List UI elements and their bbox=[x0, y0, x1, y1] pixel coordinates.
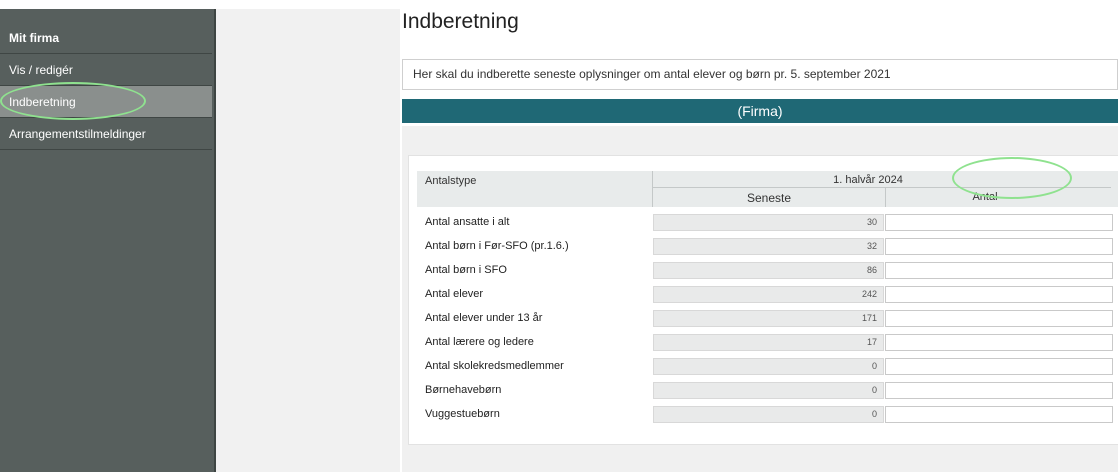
sidebar-header: Mit firma bbox=[0, 22, 212, 54]
col-header-count: Antal bbox=[972, 191, 998, 203]
sidebar-item-indberetning[interactable]: Indberetning bbox=[0, 86, 212, 118]
sidebar-item-vis-rediger[interactable]: Vis / redigér bbox=[0, 54, 212, 86]
row-latest-skolekreds: 0 bbox=[653, 358, 884, 375]
row-label-elever-under-13: Antal elever under 13 år bbox=[425, 312, 543, 324]
row-label-vuggestue: Vuggestuebørn bbox=[425, 408, 500, 420]
row-count-input-skolekreds[interactable] bbox=[885, 358, 1113, 375]
row-latest-elever: 242 bbox=[653, 286, 884, 303]
firma-banner: (Firma) bbox=[402, 99, 1118, 123]
row-latest-elever-under-13: 171 bbox=[653, 310, 884, 327]
sidebar: Mit firma Vis / redigér Indberetning Arr… bbox=[0, 9, 216, 472]
row-count-input-foer-sfo[interactable] bbox=[885, 238, 1113, 255]
row-latest-foer-sfo: 32 bbox=[653, 238, 884, 255]
row-latest-sfo: 86 bbox=[653, 262, 884, 279]
row-label-elever: Antal elever bbox=[425, 288, 484, 300]
row-label-foer-sfo: Antal børn i Før-SFO (pr.1.6.) bbox=[425, 240, 569, 252]
col-header-type: Antalstype bbox=[425, 175, 477, 187]
page-title: Indberetning bbox=[402, 10, 519, 33]
row-count-input-elever-under-13[interactable] bbox=[885, 310, 1113, 327]
row-count-input-sfo[interactable] bbox=[885, 262, 1113, 279]
row-count-input-laerere[interactable] bbox=[885, 334, 1113, 351]
sidebar-item-arrangementstilmeldinger[interactable]: Arrangementstilmeldinger bbox=[0, 118, 212, 150]
row-label-boernehave: Børnehavebørn bbox=[425, 384, 502, 396]
row-label-laerere: Antal lærere og ledere bbox=[425, 336, 534, 348]
row-count-input-boernehave[interactable] bbox=[885, 382, 1113, 399]
col-header-latest: Seneste bbox=[746, 191, 792, 205]
row-latest-laerere: 17 bbox=[653, 334, 884, 351]
header-rule bbox=[653, 187, 1111, 188]
row-count-input-elever[interactable] bbox=[885, 286, 1113, 303]
col-header-period: 1. halvår 2024 bbox=[833, 174, 903, 186]
row-latest-ansatte: 30 bbox=[653, 214, 884, 231]
row-label-ansatte: Antal ansatte i alt bbox=[425, 216, 510, 228]
row-latest-vuggestue: 0 bbox=[653, 406, 884, 423]
row-latest-boernehave: 0 bbox=[653, 382, 884, 399]
row-label-sfo: Antal børn i SFO bbox=[425, 264, 507, 276]
row-count-input-vuggestue[interactable] bbox=[885, 406, 1113, 423]
row-label-skolekreds: Antal skolekredsmedlemmer bbox=[425, 360, 564, 372]
row-count-input-ansatte[interactable] bbox=[885, 214, 1113, 231]
notice-text: Her skal du indberette seneste oplysning… bbox=[402, 59, 1118, 90]
content-gutter bbox=[216, 9, 400, 472]
